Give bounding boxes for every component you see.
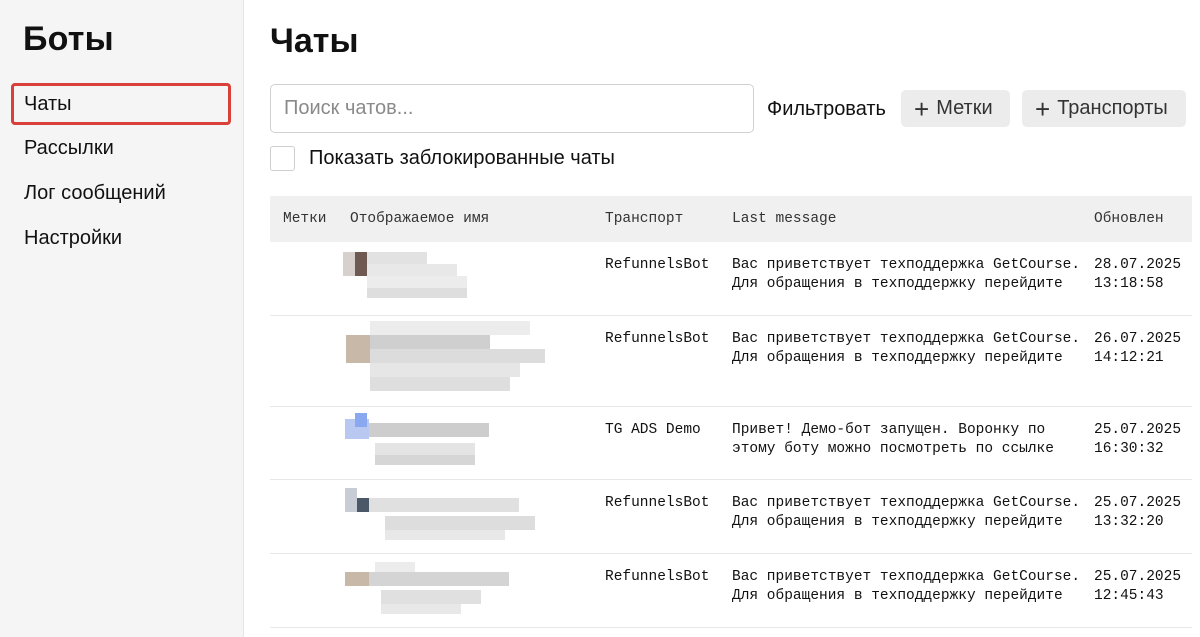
- transport-cell: RefunnelsBot: [605, 257, 710, 273]
- updated-time: 12:45:43: [1094, 588, 1164, 604]
- table-row[interactable]: TG ADS Demo Привет! Демо-бот запущен. Во…: [270, 407, 1192, 480]
- table-row[interactable]: RefunnelsBot Вас приветствует техподдерж…: [270, 480, 1192, 554]
- updated-date: 28.07.2025: [1094, 257, 1182, 273]
- table-row[interactable]: RefunnelsBot Вас приветствует техподдерж…: [270, 554, 1192, 628]
- header-message[interactable]: Last message: [732, 211, 836, 227]
- updated-date: 25.07.2025: [1094, 569, 1182, 585]
- sidebar-item-mailings[interactable]: Рассылки: [11, 127, 231, 169]
- page-title: Чаты: [270, 22, 359, 60]
- header-name[interactable]: Отображаемое имя: [350, 211, 489, 227]
- table-row[interactable]: RefunnelsBot Вас приветствует техподдерж…: [270, 316, 1192, 407]
- chats-table: Метки Отображаемое имя Транспорт Last me…: [270, 196, 1192, 628]
- blurred-name: [343, 252, 473, 304]
- sidebar-item-message-log[interactable]: Лог сообщений: [11, 172, 231, 214]
- sidebar-item-chats[interactable]: Чаты: [11, 83, 231, 125]
- show-blocked-checkbox[interactable]: [270, 146, 295, 171]
- main-content: Чаты Фильтровать + Метки + Транспорты По…: [245, 0, 1200, 637]
- transport-cell: RefunnelsBot: [605, 331, 710, 347]
- updated-time: 16:30:32: [1094, 441, 1164, 457]
- sidebar-item-settings[interactable]: Настройки: [11, 217, 231, 259]
- add-labels-label: Метки: [936, 97, 993, 119]
- show-blocked-row: Показать заблокированные чаты: [270, 146, 615, 171]
- add-labels-button[interactable]: + Метки: [901, 90, 1010, 127]
- blurred-name: [345, 488, 535, 544]
- updated-date: 26.07.2025: [1094, 331, 1182, 347]
- show-blocked-label: Показать заблокированные чаты: [309, 147, 615, 169]
- table-header: Метки Отображаемое имя Транспорт Last me…: [270, 196, 1192, 242]
- transport-cell: RefunnelsBot: [605, 569, 710, 585]
- search-input[interactable]: [270, 84, 754, 133]
- plus-icon: +: [914, 93, 930, 124]
- message-line-2: Для обращения в техподдержку перейдите: [732, 514, 1063, 530]
- updated-date: 25.07.2025: [1094, 422, 1182, 438]
- transport-cell: RefunnelsBot: [605, 495, 710, 511]
- updated-time: 13:32:20: [1094, 514, 1164, 530]
- message-line-1: Привет! Демо-бот запущен. Воронку по: [732, 422, 1046, 438]
- add-transports-button[interactable]: + Транспорты: [1022, 90, 1186, 127]
- updated-time: 13:18:58: [1094, 276, 1164, 292]
- message-line-2: Для обращения в техподдержку перейдите: [732, 350, 1063, 366]
- filter-label: Фильтровать: [767, 98, 886, 120]
- plus-icon: +: [1035, 93, 1051, 124]
- message-line-2: этому боту можно посмотреть по ссылке: [732, 441, 1054, 457]
- sidebar-title: Боты: [23, 20, 114, 58]
- add-transports-label: Транспорты: [1057, 97, 1168, 119]
- blurred-name: [345, 562, 515, 618]
- header-updated[interactable]: Обновлен: [1094, 211, 1164, 227]
- updated-date: 25.07.2025: [1094, 495, 1182, 511]
- blurred-name: [345, 413, 495, 469]
- message-line-1: Вас приветствует техподдержка GetCourse.: [732, 569, 1081, 585]
- message-line-1: Вас приветствует техподдержка GetCourse.: [732, 495, 1081, 511]
- message-line-1: Вас приветствует техподдержка GetCourse.: [732, 257, 1081, 273]
- updated-time: 14:12:21: [1094, 350, 1164, 366]
- message-line-1: Вас приветствует техподдержка GetCourse.: [732, 331, 1081, 347]
- header-labels[interactable]: Метки: [283, 211, 327, 227]
- blurred-name: [346, 321, 546, 397]
- message-line-2: Для обращения в техподдержку перейдите: [732, 588, 1063, 604]
- header-transport[interactable]: Транспорт: [605, 211, 683, 227]
- table-row[interactable]: RefunnelsBot Вас приветствует техподдерж…: [270, 242, 1192, 316]
- sidebar: Боты Чаты Рассылки Лог сообщений Настрой…: [0, 0, 244, 637]
- message-line-2: Для обращения в техподдержку перейдите: [732, 276, 1063, 292]
- transport-cell: TG ADS Demo: [605, 422, 701, 438]
